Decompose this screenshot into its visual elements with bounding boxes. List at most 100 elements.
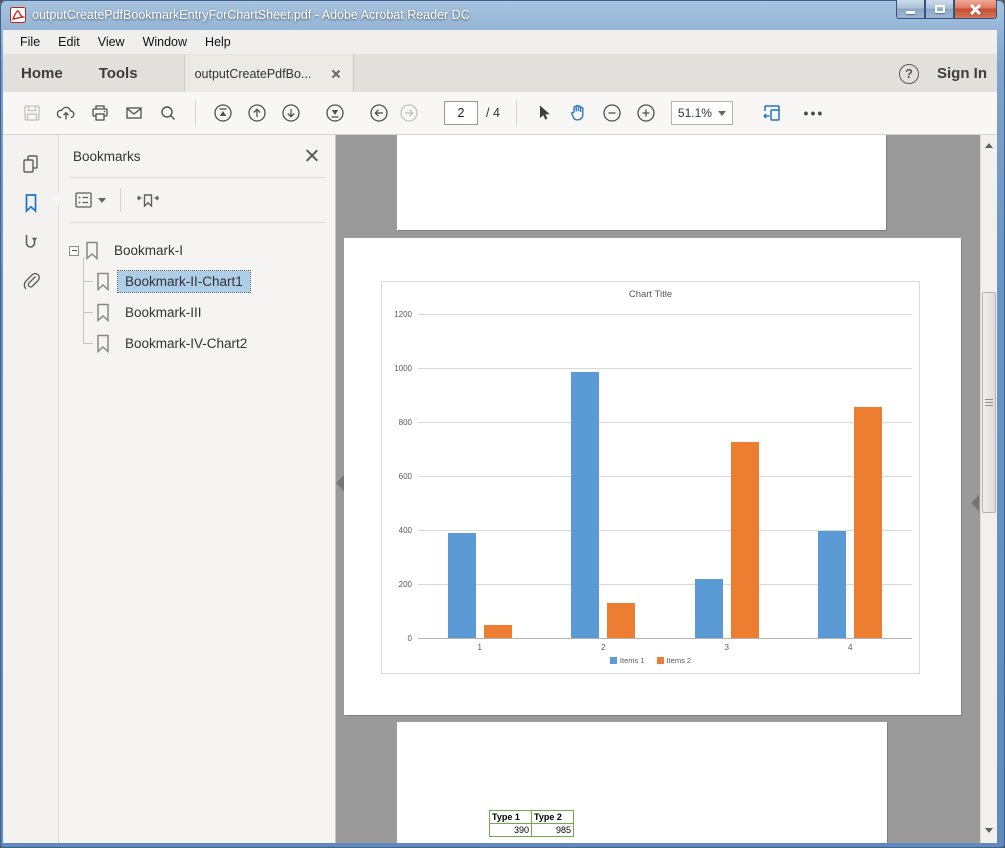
legend-label: Items 1 bbox=[620, 656, 645, 665]
page-thumbnails-button[interactable] bbox=[18, 151, 44, 177]
table-row: 390985 bbox=[490, 824, 574, 837]
save-button[interactable] bbox=[17, 98, 47, 128]
menu-view[interactable]: View bbox=[89, 30, 134, 54]
print-button[interactable] bbox=[85, 98, 115, 128]
panel-close-icon[interactable] bbox=[303, 147, 321, 165]
table-cell: 390 bbox=[490, 824, 532, 837]
tree-connector-line bbox=[83, 257, 84, 343]
legend-item: Items 2 bbox=[657, 656, 692, 665]
divider bbox=[120, 188, 121, 212]
zoom-in-icon bbox=[635, 102, 657, 124]
menu-help[interactable]: Help bbox=[196, 30, 240, 54]
menu-bar: File Edit View Window Help bbox=[3, 30, 997, 55]
zoom-out-button[interactable] bbox=[597, 98, 627, 128]
paperclip-icon bbox=[20, 270, 42, 292]
zoom-out-icon bbox=[601, 102, 623, 124]
scroll-up-button[interactable] bbox=[981, 137, 997, 154]
share-button[interactable] bbox=[51, 98, 81, 128]
sign-in-button[interactable]: Sign In bbox=[937, 65, 987, 82]
previous-view-button[interactable] bbox=[364, 98, 394, 128]
page-2: Chart Title 1200100080060040020001234Ite… bbox=[344, 238, 961, 715]
document-tab-label: outputCreatePdfBo... bbox=[195, 67, 323, 81]
clipped-cell-value: 390 bbox=[492, 825, 529, 835]
bookmarks-panel: Bookmarks bbox=[58, 135, 336, 843]
gridline bbox=[418, 314, 912, 315]
bookmark-options-button[interactable] bbox=[73, 190, 106, 210]
legend-swatch bbox=[657, 657, 664, 664]
bookmarks-panel-button[interactable] bbox=[18, 190, 44, 216]
scroll-down-button[interactable] bbox=[981, 822, 997, 839]
bookmarks-panel-toolbar bbox=[59, 178, 335, 222]
vertical-scrollbar[interactable] bbox=[980, 135, 997, 843]
zoom-level-dropdown[interactable]: 51.1% bbox=[671, 101, 733, 125]
collapse-panel-arrow-icon[interactable] bbox=[336, 475, 344, 491]
open-tools-pane-arrow-icon[interactable] bbox=[971, 495, 979, 511]
gridline bbox=[418, 368, 912, 369]
legend-item: Items 1 bbox=[610, 656, 645, 665]
menu-window[interactable]: Window bbox=[134, 30, 196, 54]
bar-items-2 bbox=[607, 603, 635, 638]
tab-document[interactable]: outputCreatePdfBo... bbox=[184, 55, 354, 92]
email-button[interactable] bbox=[119, 98, 149, 128]
fit-width-button[interactable] bbox=[757, 98, 787, 128]
legend-label: Items 2 bbox=[667, 656, 692, 665]
x-axis-category-label: 1 bbox=[465, 643, 495, 652]
close-button[interactable] bbox=[954, 0, 997, 19]
bar-items-2 bbox=[731, 442, 759, 638]
next-view-button[interactable] bbox=[394, 98, 424, 128]
bookmark-item[interactable]: Bookmark-III bbox=[59, 297, 335, 328]
zoom-in-button[interactable] bbox=[631, 98, 661, 128]
scrollbar-grip bbox=[985, 399, 993, 407]
last-page-button[interactable] bbox=[320, 98, 350, 128]
tab-tools[interactable]: Tools bbox=[81, 55, 156, 92]
bar-items-1 bbox=[448, 533, 476, 638]
first-page-button[interactable] bbox=[208, 98, 238, 128]
bookmark-icon bbox=[95, 303, 111, 322]
bookmark-label: Bookmark-I bbox=[107, 240, 190, 261]
search-button[interactable] bbox=[153, 98, 183, 128]
attachments-button[interactable] bbox=[18, 268, 44, 294]
bookmark-label: Bookmark-II-Chart1 bbox=[118, 271, 250, 292]
help-icon[interactable]: ? bbox=[899, 64, 919, 84]
last-page-icon bbox=[324, 102, 346, 124]
y-axis-tick-label: 0 bbox=[384, 634, 412, 643]
content-area: Bookmarks bbox=[3, 135, 997, 843]
select-tool-button[interactable] bbox=[529, 98, 559, 128]
menu-file[interactable]: File bbox=[11, 30, 49, 54]
bookmarks-icon bbox=[20, 192, 42, 214]
tab-home[interactable]: Home bbox=[3, 55, 81, 92]
tab-bar: Home Tools outputCreatePdfBo... ? Sign I… bbox=[3, 55, 997, 92]
u-turn-arrow-button[interactable] bbox=[18, 229, 44, 255]
table-cell: 985 bbox=[532, 824, 574, 837]
bookmark-item[interactable]: Bookmark-IV-Chart2 bbox=[59, 328, 335, 359]
more-tools-button[interactable]: ••• bbox=[799, 98, 829, 128]
expand-current-bookmark-button[interactable] bbox=[135, 189, 161, 211]
table-header-cell: Type 1 bbox=[490, 811, 532, 824]
minimize-button[interactable] bbox=[896, 0, 925, 19]
bookmark-item[interactable]: Bookmark-I bbox=[59, 235, 335, 266]
scrollbar-thumb[interactable] bbox=[982, 292, 996, 513]
legend-swatch bbox=[610, 657, 617, 664]
menu-edit[interactable]: Edit bbox=[49, 30, 89, 54]
title-bar: outputCreatePdfBookmarkEntryForChartShee… bbox=[0, 0, 1005, 30]
next-page-button[interactable] bbox=[276, 98, 306, 128]
maximize-icon bbox=[935, 5, 945, 13]
close-icon bbox=[970, 4, 981, 15]
maximize-button[interactable] bbox=[925, 0, 954, 19]
hand-tool-button[interactable] bbox=[563, 98, 593, 128]
toolbar-separator bbox=[516, 100, 517, 126]
page-3-top: Type 1Type 2390985 bbox=[397, 722, 887, 843]
page-down-icon bbox=[280, 102, 302, 124]
collapse-minus-icon[interactable] bbox=[69, 246, 79, 256]
bar-items-1 bbox=[571, 372, 599, 638]
bookmark-item[interactable]: Bookmark-II-Chart1 bbox=[59, 266, 335, 297]
triangle-down-icon bbox=[985, 828, 993, 833]
panel-notch bbox=[52, 192, 59, 206]
tab-close-icon[interactable] bbox=[329, 67, 343, 81]
gridline bbox=[418, 422, 912, 423]
x-axis-line bbox=[418, 638, 912, 639]
bar-items-2 bbox=[484, 625, 512, 639]
gridline bbox=[418, 476, 912, 477]
page-number-input[interactable] bbox=[444, 101, 478, 125]
previous-page-button[interactable] bbox=[242, 98, 272, 128]
